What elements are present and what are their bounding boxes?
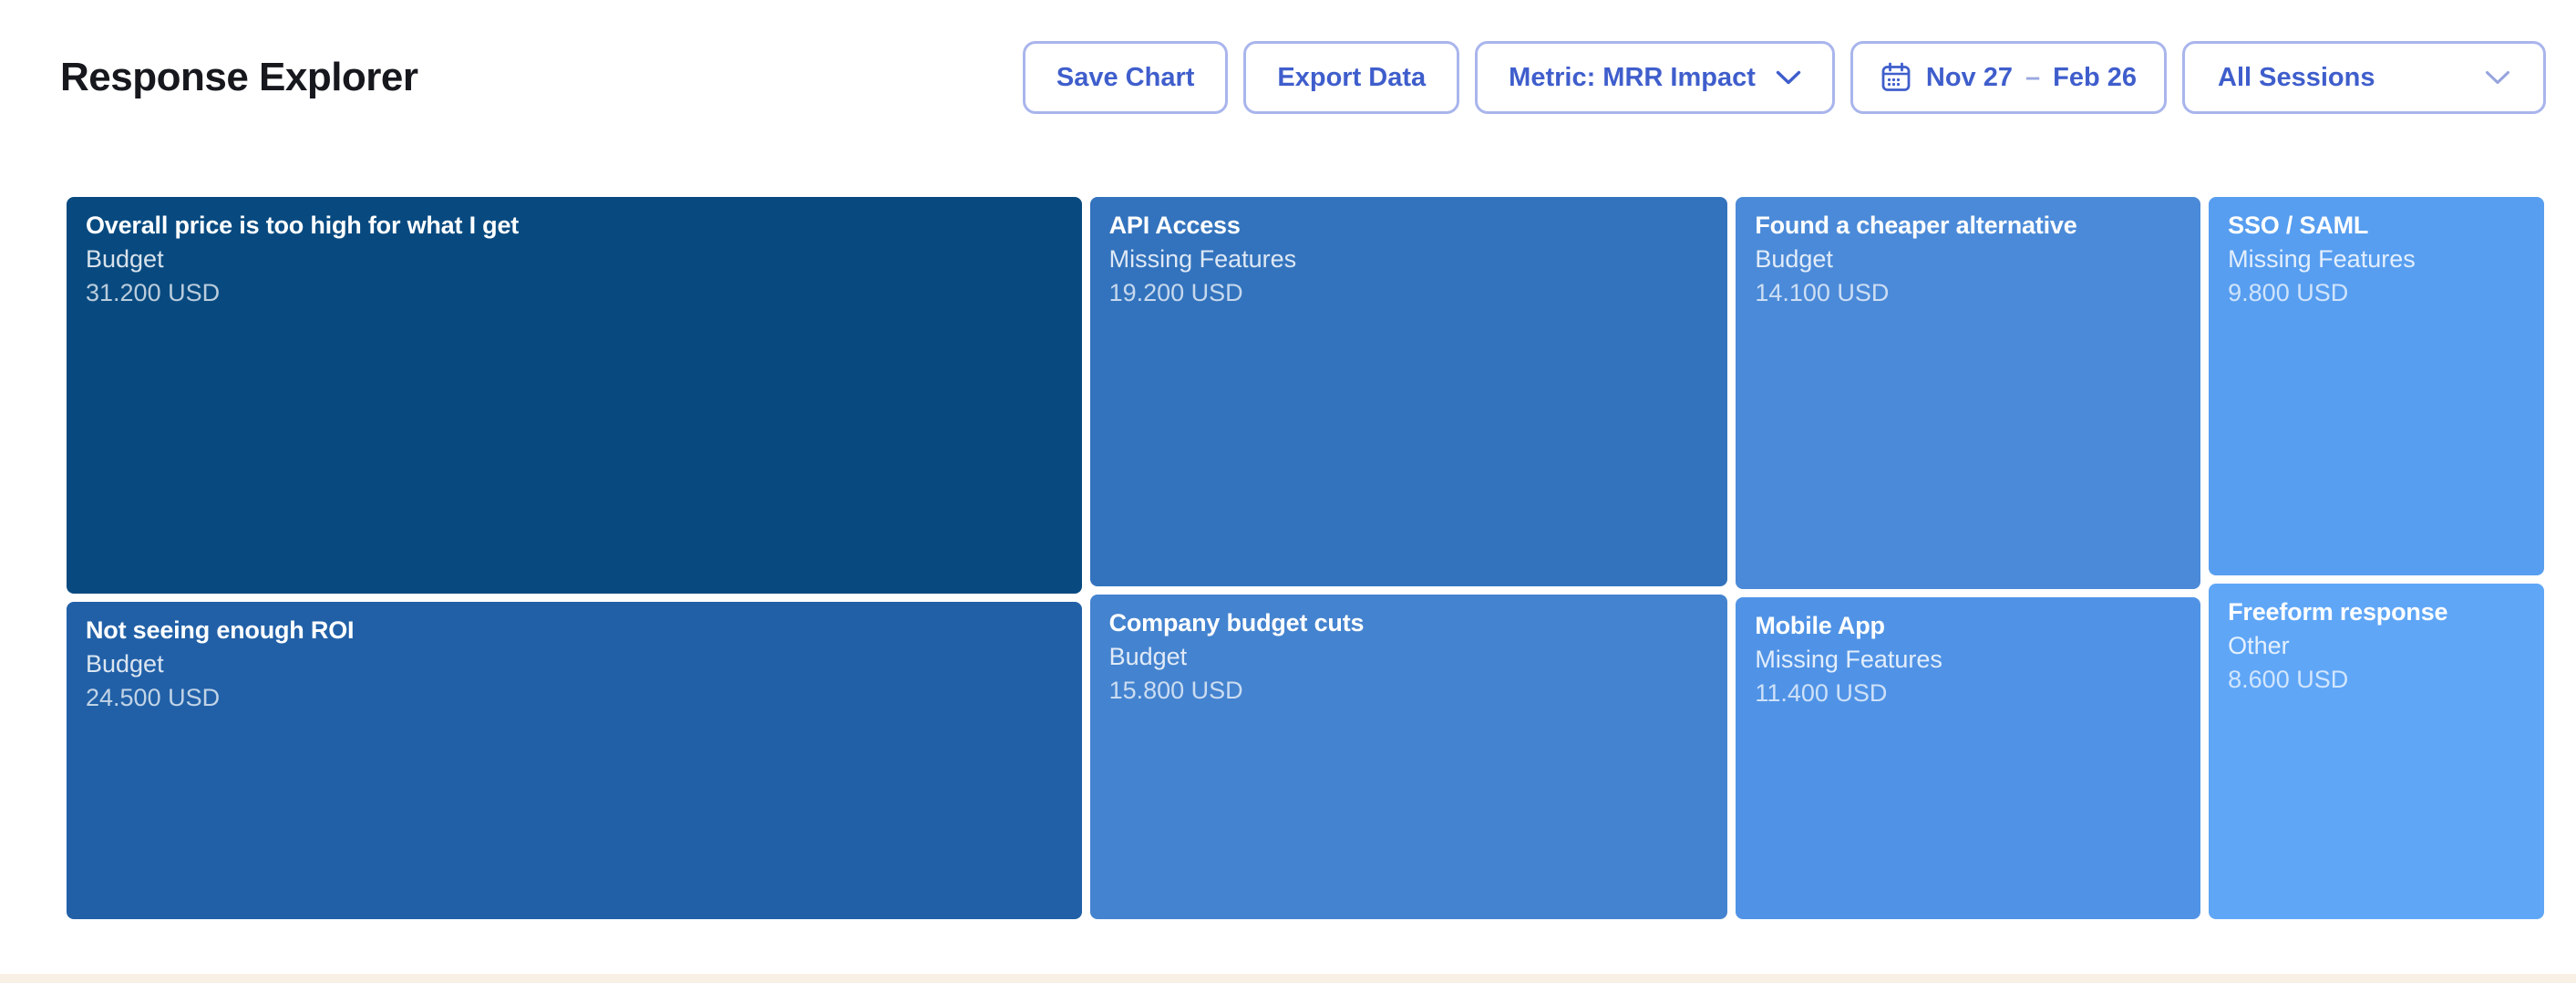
- treemap-tile[interactable]: Not seeing enough ROI Budget 24.500 USD: [67, 602, 1082, 919]
- treemap-column: Found a cheaper alternative Budget 14.10…: [1736, 197, 2200, 919]
- tile-label: Mobile App: [1755, 609, 2181, 643]
- treemap-tile[interactable]: Mobile App Missing Features 11.400 USD: [1736, 597, 2200, 919]
- tile-value: 31.200 USD: [86, 276, 1063, 310]
- sessions-dropdown-label: All Sessions: [2218, 63, 2375, 93]
- date-range-button[interactable]: Nov 27 – Feb 26: [1850, 41, 2167, 114]
- tile-value: 8.600 USD: [2228, 663, 2525, 697]
- export-data-label: Export Data: [1277, 63, 1426, 93]
- page-bottom-band: [0, 974, 2576, 983]
- date-range-end: Feb 26: [2053, 63, 2137, 93]
- tile-label: SSO / SAML: [2228, 209, 2525, 243]
- tile-category: Budget: [1755, 243, 2181, 276]
- tile-value: 9.800 USD: [2228, 276, 2525, 310]
- treemap-tile[interactable]: SSO / SAML Missing Features 9.800 USD: [2209, 197, 2544, 575]
- tile-category: Budget: [86, 647, 1063, 681]
- calendar-icon: [1880, 62, 1911, 93]
- toolbar: Save Chart Export Data Metric: MRR Impac…: [1023, 41, 2546, 114]
- export-data-button[interactable]: Export Data: [1243, 41, 1459, 114]
- chevron-down-icon: [1776, 70, 1801, 86]
- header: Response Explorer Save Chart Export Data…: [60, 0, 2546, 155]
- tile-label: Freeform response: [2228, 595, 2525, 629]
- tile-category: Missing Features: [1755, 643, 2181, 677]
- treemap-column: SSO / SAML Missing Features 9.800 USD Fr…: [2209, 197, 2544, 919]
- metric-dropdown[interactable]: Metric: MRR Impact: [1475, 41, 1835, 114]
- treemap-column: API Access Missing Features 19.200 USD C…: [1090, 197, 1728, 919]
- tile-category: Missing Features: [2228, 243, 2525, 276]
- treemap-tile[interactable]: Freeform response Other 8.600 USD: [2209, 584, 2544, 919]
- tile-value: 24.500 USD: [86, 681, 1063, 715]
- treemap: Overall price is too high for what I get…: [67, 197, 2544, 919]
- tile-value: 19.200 USD: [1109, 276, 1709, 310]
- tile-label: Overall price is too high for what I get: [86, 209, 1063, 243]
- tile-label: Found a cheaper alternative: [1755, 209, 2181, 243]
- tile-label: Not seeing enough ROI: [86, 614, 1063, 647]
- save-chart-label: Save Chart: [1056, 63, 1195, 93]
- tile-value: 15.800 USD: [1109, 674, 1709, 708]
- tile-label: Company budget cuts: [1109, 606, 1709, 640]
- date-range-start: Nov 27: [1926, 63, 2013, 93]
- treemap-column: Overall price is too high for what I get…: [67, 197, 1082, 919]
- treemap-tile[interactable]: Company budget cuts Budget 15.800 USD: [1090, 595, 1728, 919]
- tile-category: Budget: [1109, 640, 1709, 674]
- tile-value: 14.100 USD: [1755, 276, 2181, 310]
- save-chart-button[interactable]: Save Chart: [1023, 41, 1229, 114]
- tile-value: 11.400 USD: [1755, 677, 2181, 710]
- treemap-tile[interactable]: Overall price is too high for what I get…: [67, 197, 1082, 594]
- metric-dropdown-label: Metric: MRR Impact: [1509, 63, 1756, 93]
- tile-label: API Access: [1109, 209, 1709, 243]
- date-range-separator: –: [2025, 63, 2040, 93]
- tile-category: Other: [2228, 629, 2525, 663]
- treemap-tile[interactable]: Found a cheaper alternative Budget 14.10…: [1736, 197, 2200, 589]
- page-title: Response Explorer: [60, 55, 418, 100]
- treemap-tile[interactable]: API Access Missing Features 19.200 USD: [1090, 197, 1728, 586]
- tile-category: Missing Features: [1109, 243, 1709, 276]
- sessions-dropdown[interactable]: All Sessions: [2182, 41, 2546, 114]
- chevron-down-icon: [2485, 70, 2510, 86]
- tile-category: Budget: [86, 243, 1063, 276]
